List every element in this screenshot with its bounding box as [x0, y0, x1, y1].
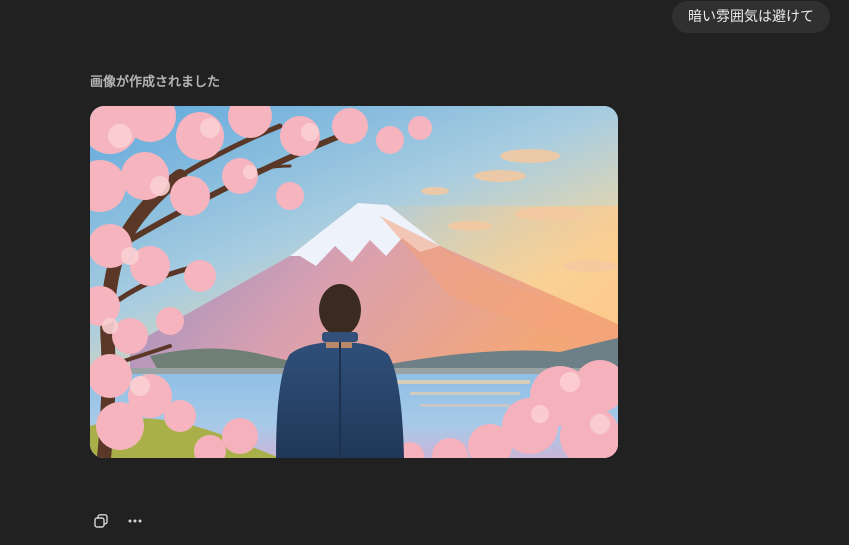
generated-image[interactable]	[90, 106, 618, 458]
copy-button[interactable]	[88, 508, 114, 534]
message-actions	[88, 508, 148, 534]
more-options-button[interactable]	[122, 508, 148, 534]
image-created-label: 画像が作成されました	[90, 75, 221, 90]
more-options-icon	[127, 513, 143, 529]
copy-icon	[93, 513, 109, 529]
chat-page: 暗い雰囲気は避けて 画像が作成されました	[0, 0, 849, 545]
user-message-bubble: 暗い雰囲気は避けて	[672, 1, 830, 33]
generated-image-illustration	[90, 106, 618, 458]
